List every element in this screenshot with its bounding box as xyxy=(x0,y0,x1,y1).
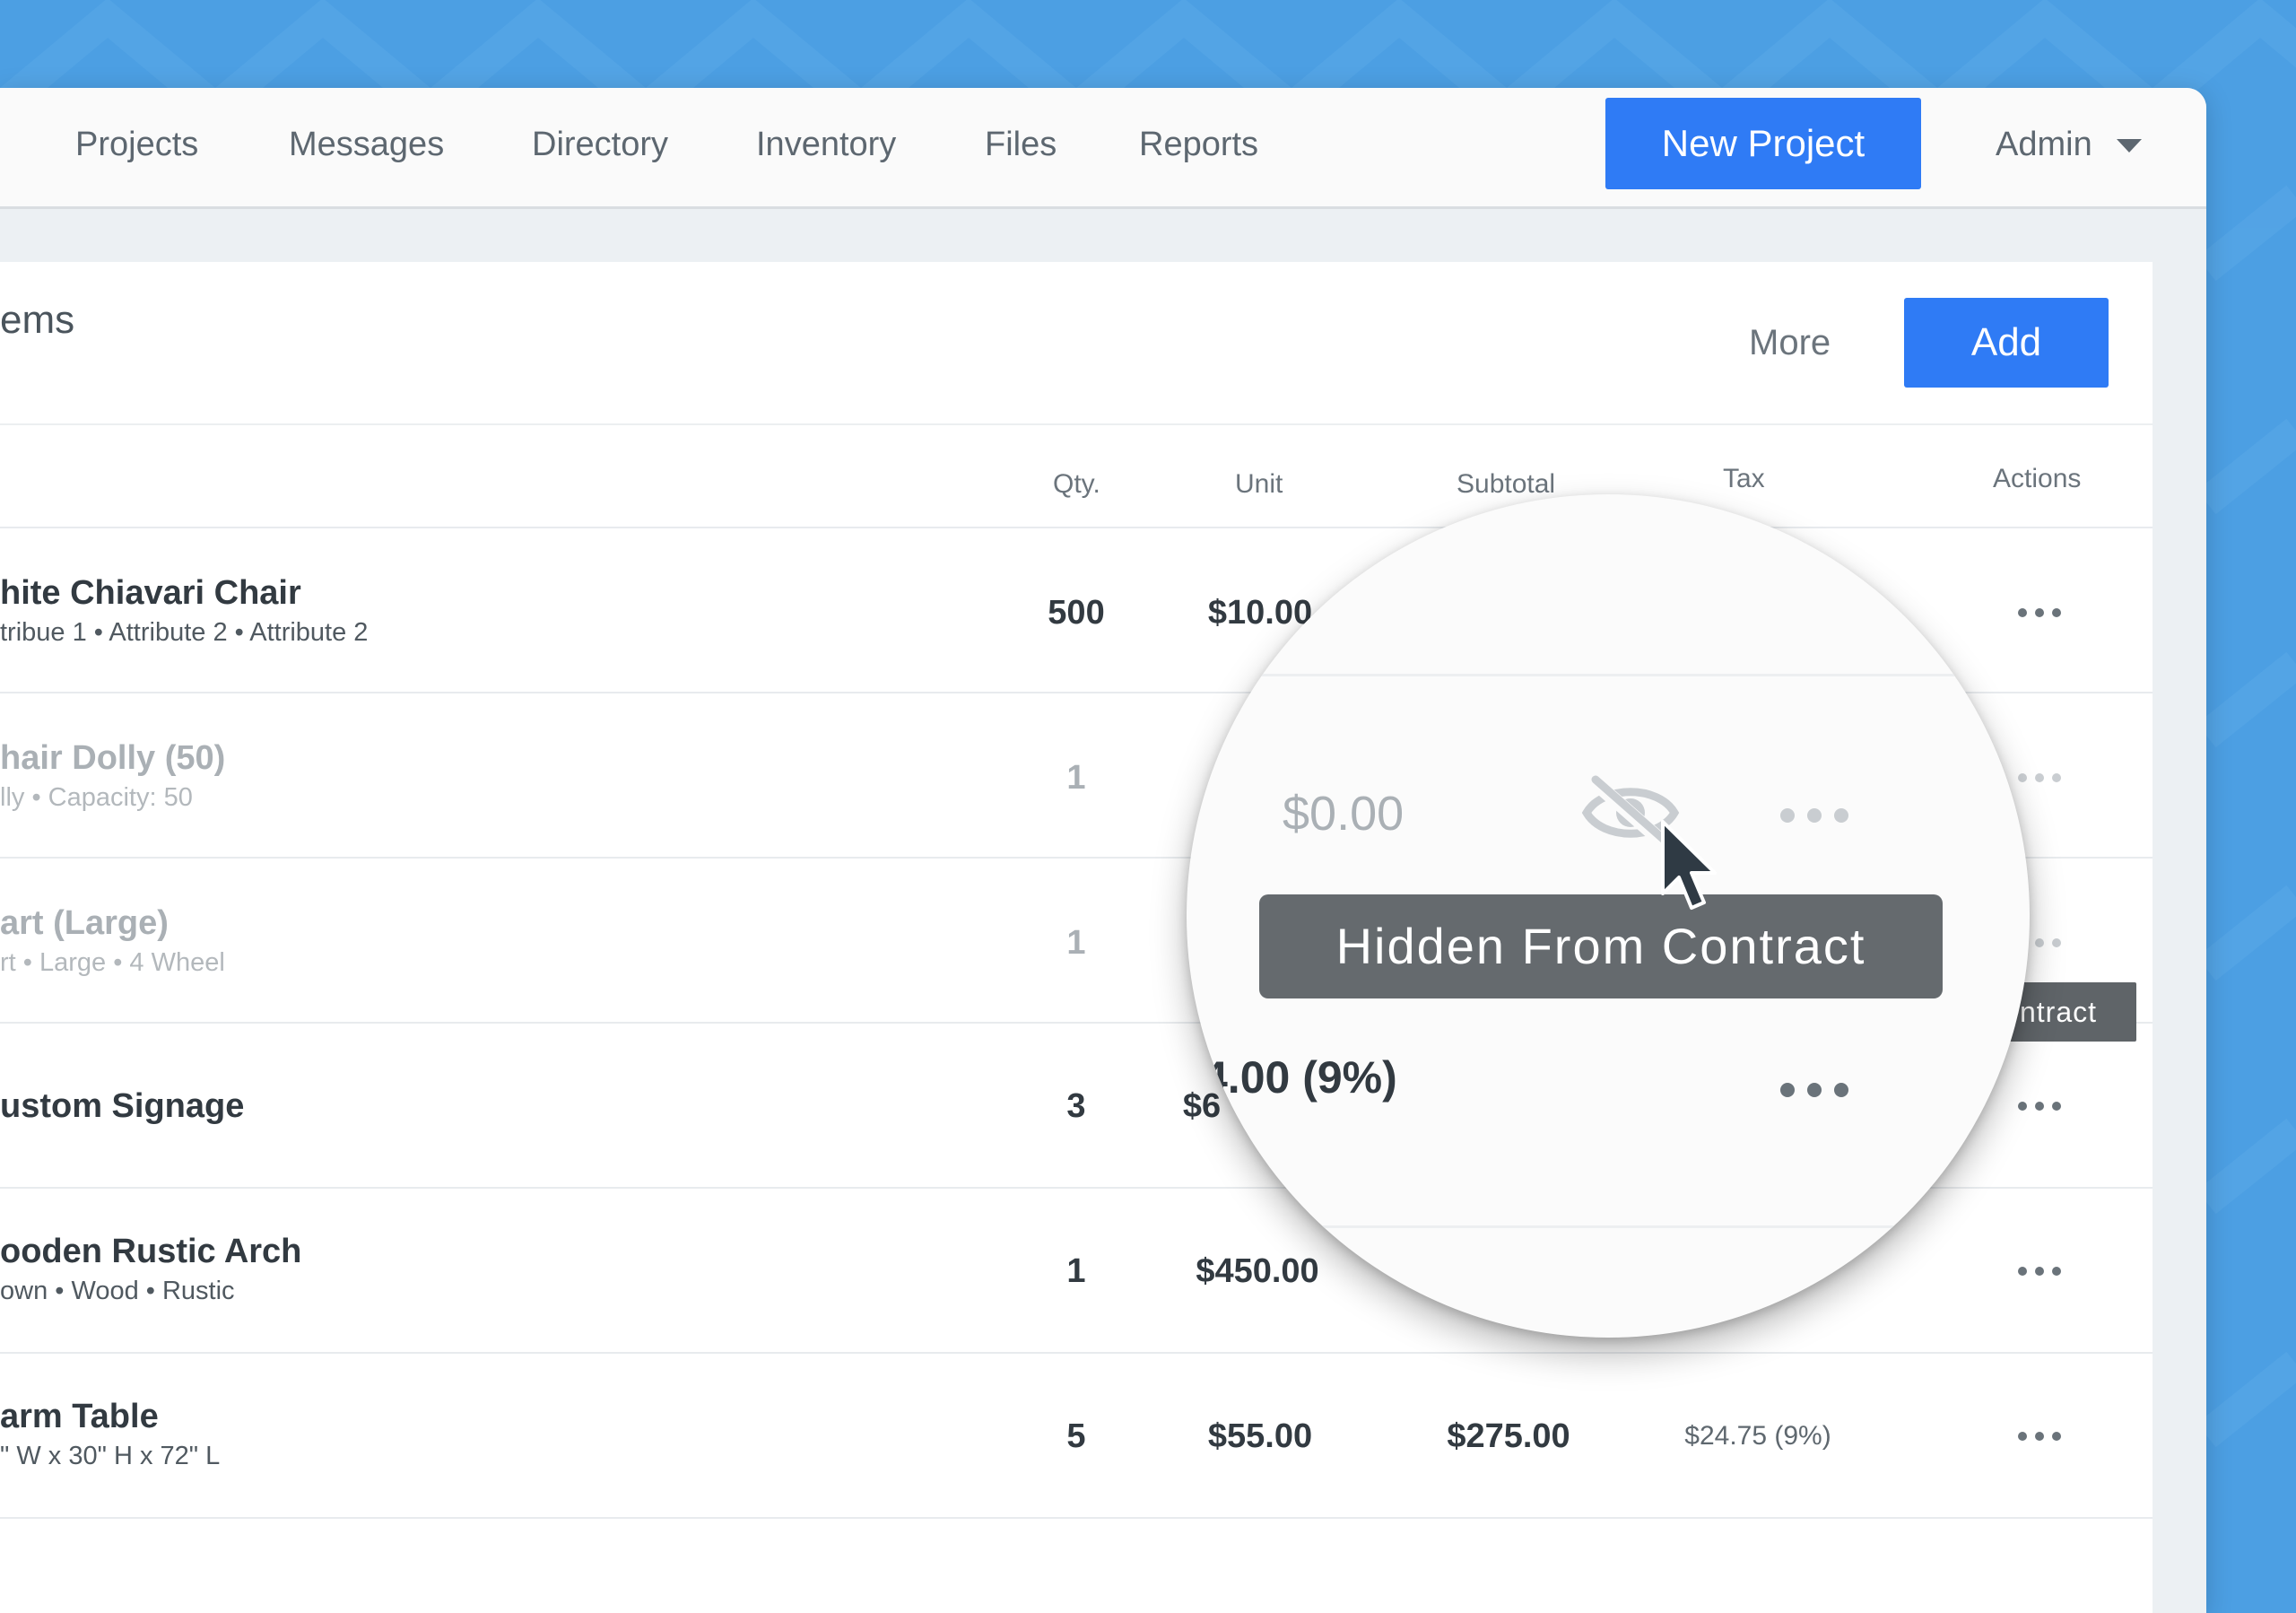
more-dots-icon[interactable] xyxy=(2018,1267,2063,1276)
item-name[interactable]: art (Large) xyxy=(0,903,169,943)
item-unit: $55.00 xyxy=(1207,1417,1313,1455)
more-dots-icon[interactable] xyxy=(2018,1102,2063,1111)
magnifier-lens: $0.00 Hidden From Contract 4.00 (9%) xyxy=(1187,494,2030,1338)
column-header-qty: Qty. xyxy=(1053,469,1100,499)
more-dots-icon[interactable] xyxy=(2018,608,2063,617)
nav-projects[interactable]: Projects xyxy=(75,124,198,165)
more-dots-icon[interactable] xyxy=(2018,1432,2063,1441)
nav-messages[interactable]: Messages xyxy=(289,124,444,165)
column-header-unit: Unit xyxy=(1235,469,1283,499)
item-attributes: " W x 30" H x 72" L xyxy=(0,1442,221,1470)
divider xyxy=(1187,1225,2030,1228)
admin-menu[interactable]: Admin xyxy=(1996,124,2092,165)
top-navigation: Projects Messages Directory Inventory Fi… xyxy=(0,88,2206,209)
item-name[interactable]: hair Dolly (50) xyxy=(0,738,225,778)
item-name[interactable]: ooden Rustic Arch xyxy=(0,1232,301,1271)
item-qty: 1 xyxy=(1066,924,1086,962)
item-name[interactable]: ustom Signage xyxy=(0,1086,244,1126)
item-attributes: own • Wood • Rustic xyxy=(0,1277,235,1305)
item-name[interactable]: arm Table xyxy=(0,1397,159,1436)
nav-files[interactable]: Files xyxy=(985,124,1057,165)
table-row[interactable] xyxy=(0,1517,2152,1613)
column-header-subtotal: Subtotal xyxy=(1457,469,1556,499)
item-subtotal: $275.00 xyxy=(1447,1417,1570,1455)
item-tax: $24.75 (9%) xyxy=(1684,1421,1831,1451)
more-dots-icon[interactable] xyxy=(2018,773,2063,782)
table-row[interactable]: arm Table " W x 30" H x 72" L 5 $55.00 $… xyxy=(0,1352,2152,1519)
item-attributes: rt • Large • 4 Wheel xyxy=(0,948,225,977)
more-dots-icon[interactable] xyxy=(1780,1083,1848,1097)
item-attributes: tribue 1 • Attribute 2 • Attribute 2 xyxy=(0,618,369,647)
cursor-icon xyxy=(1661,820,1717,910)
magnified-price: $0.00 xyxy=(1283,787,1405,841)
nav-reports[interactable]: Reports xyxy=(1139,124,1258,165)
new-project-button[interactable]: New Project xyxy=(1605,98,1921,189)
add-button[interactable]: Add xyxy=(1904,298,2109,388)
item-qty: 5 xyxy=(1066,1417,1086,1455)
divider xyxy=(1187,674,2030,676)
caret-down-icon[interactable] xyxy=(2117,139,2142,153)
item-unit: $450.00 xyxy=(1196,1252,1319,1290)
item-name[interactable]: hite Chiavari Chair xyxy=(0,573,301,613)
more-dots-icon[interactable] xyxy=(1780,808,1848,823)
item-qty: 1 xyxy=(1066,1252,1086,1290)
more-button[interactable]: More xyxy=(1749,322,1831,363)
panel-title: ems xyxy=(0,298,75,342)
nav-directory[interactable]: Directory xyxy=(532,124,668,165)
column-header-actions: Actions xyxy=(1993,464,2082,493)
item-qty: 3 xyxy=(1066,1087,1086,1125)
item-attributes: lly • Capacity: 50 xyxy=(0,783,193,812)
item-qty: 500 xyxy=(1048,594,1105,632)
magnified-tax: 4.00 (9%) xyxy=(1203,1052,1397,1103)
column-header-tax: Tax xyxy=(1723,464,1765,493)
item-qty: 1 xyxy=(1066,759,1086,797)
nav-inventory[interactable]: Inventory xyxy=(756,124,896,165)
hidden-from-contract-tooltip: Hidden From Contract xyxy=(1259,894,1943,998)
divider xyxy=(0,423,2152,425)
